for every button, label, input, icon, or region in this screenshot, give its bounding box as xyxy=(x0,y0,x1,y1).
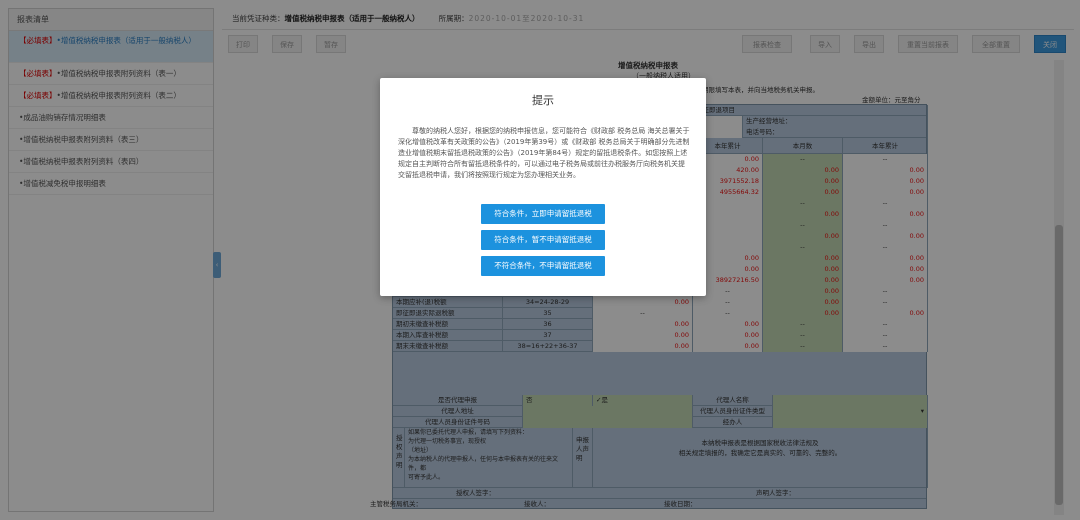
apply-refund-now-button[interactable]: 符合条件，立即申请留抵退税 xyxy=(481,204,605,224)
tip-dialog: 提示 尊敬的纳税人您好，根据您的纳税申报信息，您可能符合《财政部 税务总局 海关… xyxy=(380,78,706,296)
not-eligible-button[interactable]: 不符合条件，不申请留抵退税 xyxy=(481,256,605,276)
tax-declaration-app: 报表清单 【必填表】•增值税纳税申报表（适用于一般纳税人） 【必填表】•增值税纳… xyxy=(0,0,1080,520)
apply-refund-later-button[interactable]: 符合条件，暂不申请留抵退税 xyxy=(481,230,605,250)
dialog-message: 尊敬的纳税人您好，根据您的纳税申报信息，您可能符合《财政部 税务总局 海关总署关… xyxy=(398,127,690,179)
dialog-title: 提示 xyxy=(532,94,554,107)
